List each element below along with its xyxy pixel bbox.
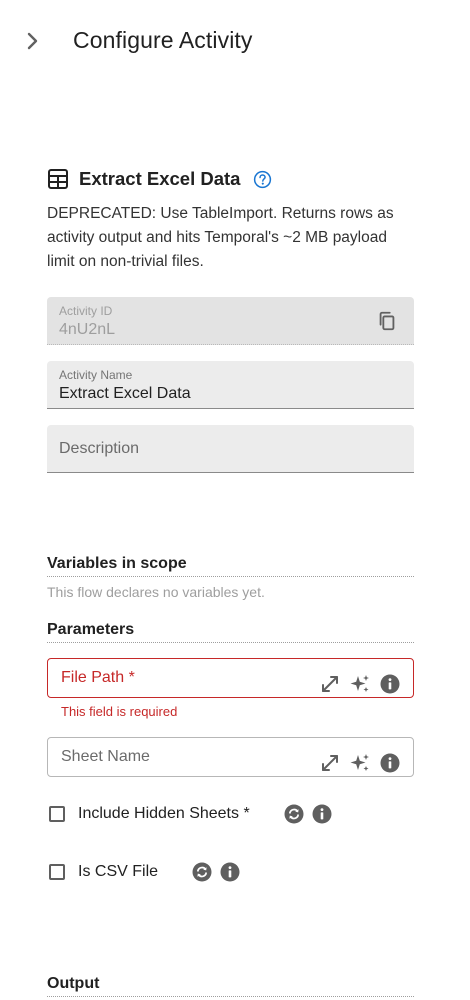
- collapse-panel-button[interactable]: [20, 27, 46, 55]
- activity-id-value: 4nU2nL: [59, 321, 116, 338]
- variables-heading: Variables in scope: [47, 555, 414, 577]
- help-icon[interactable]: [253, 170, 272, 189]
- file-path-field[interactable]: File Path *: [47, 658, 414, 698]
- activity-id-field: Activity ID 4nU2nL: [47, 297, 414, 345]
- sparkle-icon[interactable]: [349, 752, 371, 774]
- chevron-right-icon: [27, 32, 38, 50]
- info-icon[interactable]: [312, 804, 332, 824]
- file-path-label: File Path *: [61, 669, 135, 686]
- activity-description: DEPRECATED: Use TableImport. Returns row…: [47, 205, 394, 270]
- is-csv-file-actions: [184, 862, 240, 882]
- activity-heading: Extract Excel Data: [47, 166, 272, 192]
- is-csv-file-row: Is CSV File: [47, 860, 240, 884]
- is-csv-file-checkbox[interactable]: [49, 864, 65, 880]
- table-icon: [47, 168, 69, 190]
- configure-activity-panel: Configure Activity Extract Excel Data DE…: [0, 0, 470, 1000]
- include-hidden-sheets-checkbox[interactable]: [49, 806, 65, 822]
- is-csv-file-label[interactable]: Is CSV File: [78, 863, 158, 881]
- expand-icon[interactable]: [319, 673, 341, 695]
- info-icon[interactable]: [379, 752, 401, 774]
- sparkle-icon[interactable]: [349, 673, 371, 695]
- info-icon[interactable]: [220, 862, 240, 882]
- page-title: Configure Activity: [73, 27, 253, 53]
- sync-icon[interactable]: [192, 862, 212, 882]
- description-placeholder: Description: [59, 440, 140, 457]
- output-heading: Output: [47, 975, 414, 997]
- sync-icon[interactable]: [284, 804, 304, 824]
- file-path-actions: [311, 673, 401, 695]
- activity-title: Extract Excel Data: [79, 168, 241, 189]
- file-path-error: This field is required: [61, 704, 178, 719]
- activity-name-value[interactable]: Extract Excel Data: [59, 385, 191, 403]
- copy-icon[interactable]: [376, 310, 398, 332]
- activity-name-label: Activity Name: [59, 368, 133, 382]
- activity-id-label: Activity ID: [59, 304, 113, 318]
- info-icon[interactable]: [379, 673, 401, 695]
- panel-header: Configure Activity: [0, 0, 470, 84]
- sheet-name-actions: [311, 752, 401, 774]
- include-hidden-sheets-row: Include Hidden Sheets *: [47, 802, 332, 826]
- sheet-name-label: Sheet Name: [61, 748, 150, 765]
- variables-note: This flow declares no variables yet.: [47, 584, 265, 600]
- expand-icon[interactable]: [319, 752, 341, 774]
- parameters-heading: Parameters: [47, 621, 414, 643]
- activity-name-field[interactable]: Activity Name Extract Excel Data: [47, 361, 414, 409]
- include-hidden-sheets-label[interactable]: Include Hidden Sheets *: [78, 805, 250, 823]
- sheet-name-field[interactable]: Sheet Name: [47, 737, 414, 777]
- description-field[interactable]: Description: [47, 425, 414, 473]
- include-hidden-sheets-actions: [276, 804, 332, 824]
